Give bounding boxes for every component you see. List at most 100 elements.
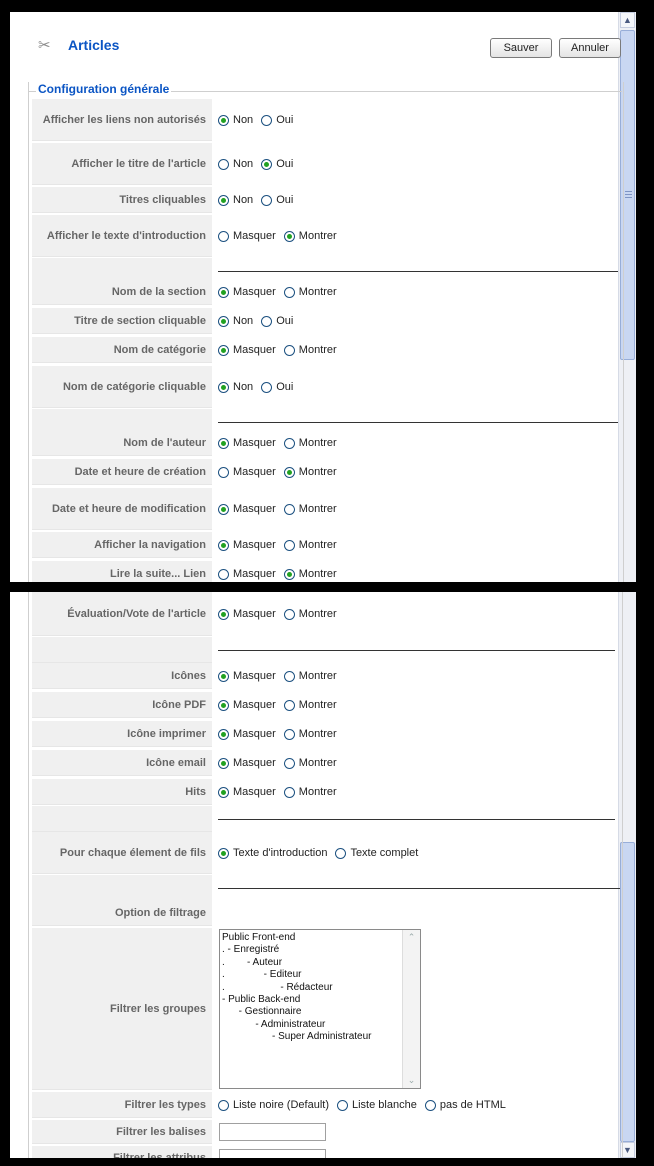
radio-option-liste-blanche[interactable]: Liste blanche (337, 1099, 417, 1111)
radio-button[interactable] (218, 757, 229, 769)
radio-option-oui[interactable]: Oui (261, 194, 293, 206)
radio-option-montrer[interactable]: Montrer (283, 503, 337, 515)
list-item[interactable]: - Administrateur (220, 1019, 402, 1031)
radio-option-non[interactable]: Non (218, 114, 253, 126)
radio-option-montrer[interactable]: Montrer (283, 699, 337, 711)
radio-button[interactable] (218, 728, 229, 740)
radio-option-montrer[interactable]: Montrer (283, 344, 337, 356)
radio-button[interactable] (218, 1099, 229, 1111)
radio-button[interactable] (218, 230, 229, 242)
list-item[interactable]: - Public Back-end (220, 994, 402, 1006)
radio-option-masquer[interactable]: Masquer (218, 699, 276, 711)
vertical-scrollbar[interactable]: ▼ (618, 592, 636, 1158)
radio-option-texte-d-introduction[interactable]: Texte d'introduction (218, 847, 327, 859)
list-item[interactable]: . - Editeur (220, 969, 402, 981)
radio-option-liste-noire-default[interactable]: Liste noire (Default) (218, 1099, 329, 1111)
radio-option-masquer[interactable]: Masquer (218, 466, 276, 478)
radio-button[interactable] (218, 344, 229, 356)
radio-option-montrer[interactable]: Montrer (283, 286, 337, 298)
radio-option-oui[interactable]: Oui (261, 381, 293, 393)
radio-button[interactable] (283, 670, 295, 682)
radio-button[interactable] (283, 728, 295, 740)
list-item[interactable]: . - Rédacteur (220, 982, 402, 994)
radio-option-montrer[interactable]: Montrer (283, 608, 337, 620)
radio-option-masquer[interactable]: Masquer (218, 344, 276, 356)
radio-option-masquer[interactable]: Masquer (218, 437, 276, 449)
radio-button[interactable] (218, 381, 229, 393)
radio-button[interactable] (283, 539, 295, 551)
radio-option-oui[interactable]: Oui (261, 114, 293, 126)
radio-option-pas-de-html[interactable]: pas de HTML (424, 1099, 506, 1111)
radio-option-non[interactable]: Non (218, 194, 253, 206)
radio-button[interactable] (283, 466, 295, 478)
radio-option-oui[interactable]: Oui (261, 315, 293, 327)
scroll-up-arrow[interactable]: ▲ (620, 12, 635, 28)
radio-button[interactable] (261, 158, 273, 170)
filter-tags-input[interactable] (219, 1123, 326, 1141)
radio-button[interactable] (218, 670, 229, 682)
radio-option-masquer[interactable]: Masquer (218, 670, 276, 682)
radio-option-masquer[interactable]: Masquer (218, 503, 276, 515)
radio-button[interactable] (283, 437, 295, 449)
chevron-up-icon[interactable]: ⌃ (404, 930, 419, 945)
cancel-button[interactable]: Annuler (559, 38, 621, 58)
radio-button[interactable] (261, 114, 273, 126)
radio-button[interactable] (218, 699, 229, 711)
save-button[interactable]: Sauver (490, 38, 552, 58)
radio-button[interactable] (261, 315, 273, 327)
radio-button[interactable] (218, 608, 229, 620)
radio-option-montrer[interactable]: Montrer (283, 757, 337, 769)
radio-button[interactable] (283, 503, 295, 515)
radio-option-masquer[interactable]: Masquer (218, 757, 276, 769)
radio-button[interactable] (283, 608, 295, 620)
radio-option-montrer[interactable]: Montrer (283, 230, 337, 242)
radio-button[interactable] (218, 158, 229, 170)
radio-option-masquer[interactable]: Masquer (218, 539, 276, 551)
list-item[interactable]: - Gestionnaire (220, 1006, 402, 1018)
radio-button[interactable] (261, 381, 273, 393)
radio-option-montrer[interactable]: Montrer (283, 466, 337, 478)
radio-button[interactable] (424, 1099, 436, 1111)
chevron-down-icon[interactable]: ⌄ (404, 1073, 419, 1088)
list-item[interactable]: - Super Administrateur (220, 1031, 402, 1043)
radio-option-non[interactable]: Non (218, 158, 253, 170)
list-item[interactable]: . - Auteur (220, 957, 402, 969)
radio-button[interactable] (283, 568, 295, 580)
radio-button[interactable] (261, 194, 273, 206)
radio-button[interactable] (335, 847, 347, 859)
radio-button[interactable] (283, 344, 295, 356)
radio-button[interactable] (218, 847, 229, 859)
radio-option-montrer[interactable]: Montrer (283, 670, 337, 682)
radio-option-oui[interactable]: Oui (261, 158, 293, 170)
radio-button[interactable] (218, 568, 229, 580)
radio-option-masquer[interactable]: Masquer (218, 568, 276, 580)
radio-button[interactable] (218, 437, 229, 449)
radio-button[interactable] (218, 539, 229, 551)
list-item[interactable]: Public Front-end (220, 932, 402, 944)
radio-option-montrer[interactable]: Montrer (283, 786, 337, 798)
groups-listbox[interactable]: Public Front-end. - Enregistré. - Auteur… (219, 929, 421, 1089)
radio-option-montrer[interactable]: Montrer (283, 568, 337, 580)
radio-button[interactable] (283, 757, 295, 769)
filter-attributes-input[interactable] (219, 1149, 326, 1158)
radio-button[interactable] (337, 1099, 348, 1111)
radio-option-montrer[interactable]: Montrer (283, 437, 337, 449)
radio-option-montrer[interactable]: Montrer (283, 539, 337, 551)
radio-option-non[interactable]: Non (218, 381, 253, 393)
listbox-scrollbar[interactable]: ⌃ ⌄ (402, 930, 420, 1088)
radio-button[interactable] (218, 194, 229, 206)
radio-option-montrer[interactable]: Montrer (283, 728, 337, 740)
radio-button[interactable] (218, 315, 229, 327)
list-item[interactable]: . - Enregistré (220, 944, 402, 956)
radio-option-masquer[interactable]: Masquer (218, 608, 276, 620)
radio-option-masquer[interactable]: Masquer (218, 286, 276, 298)
radio-option-masquer[interactable]: Masquer (218, 728, 276, 740)
radio-option-masquer[interactable]: Masquer (218, 786, 276, 798)
radio-button[interactable] (218, 786, 229, 798)
radio-button[interactable] (218, 286, 229, 298)
radio-button[interactable] (218, 466, 229, 478)
radio-button[interactable] (218, 503, 229, 515)
radio-button[interactable] (283, 286, 295, 298)
radio-button[interactable] (283, 230, 295, 242)
radio-button[interactable] (283, 699, 295, 711)
